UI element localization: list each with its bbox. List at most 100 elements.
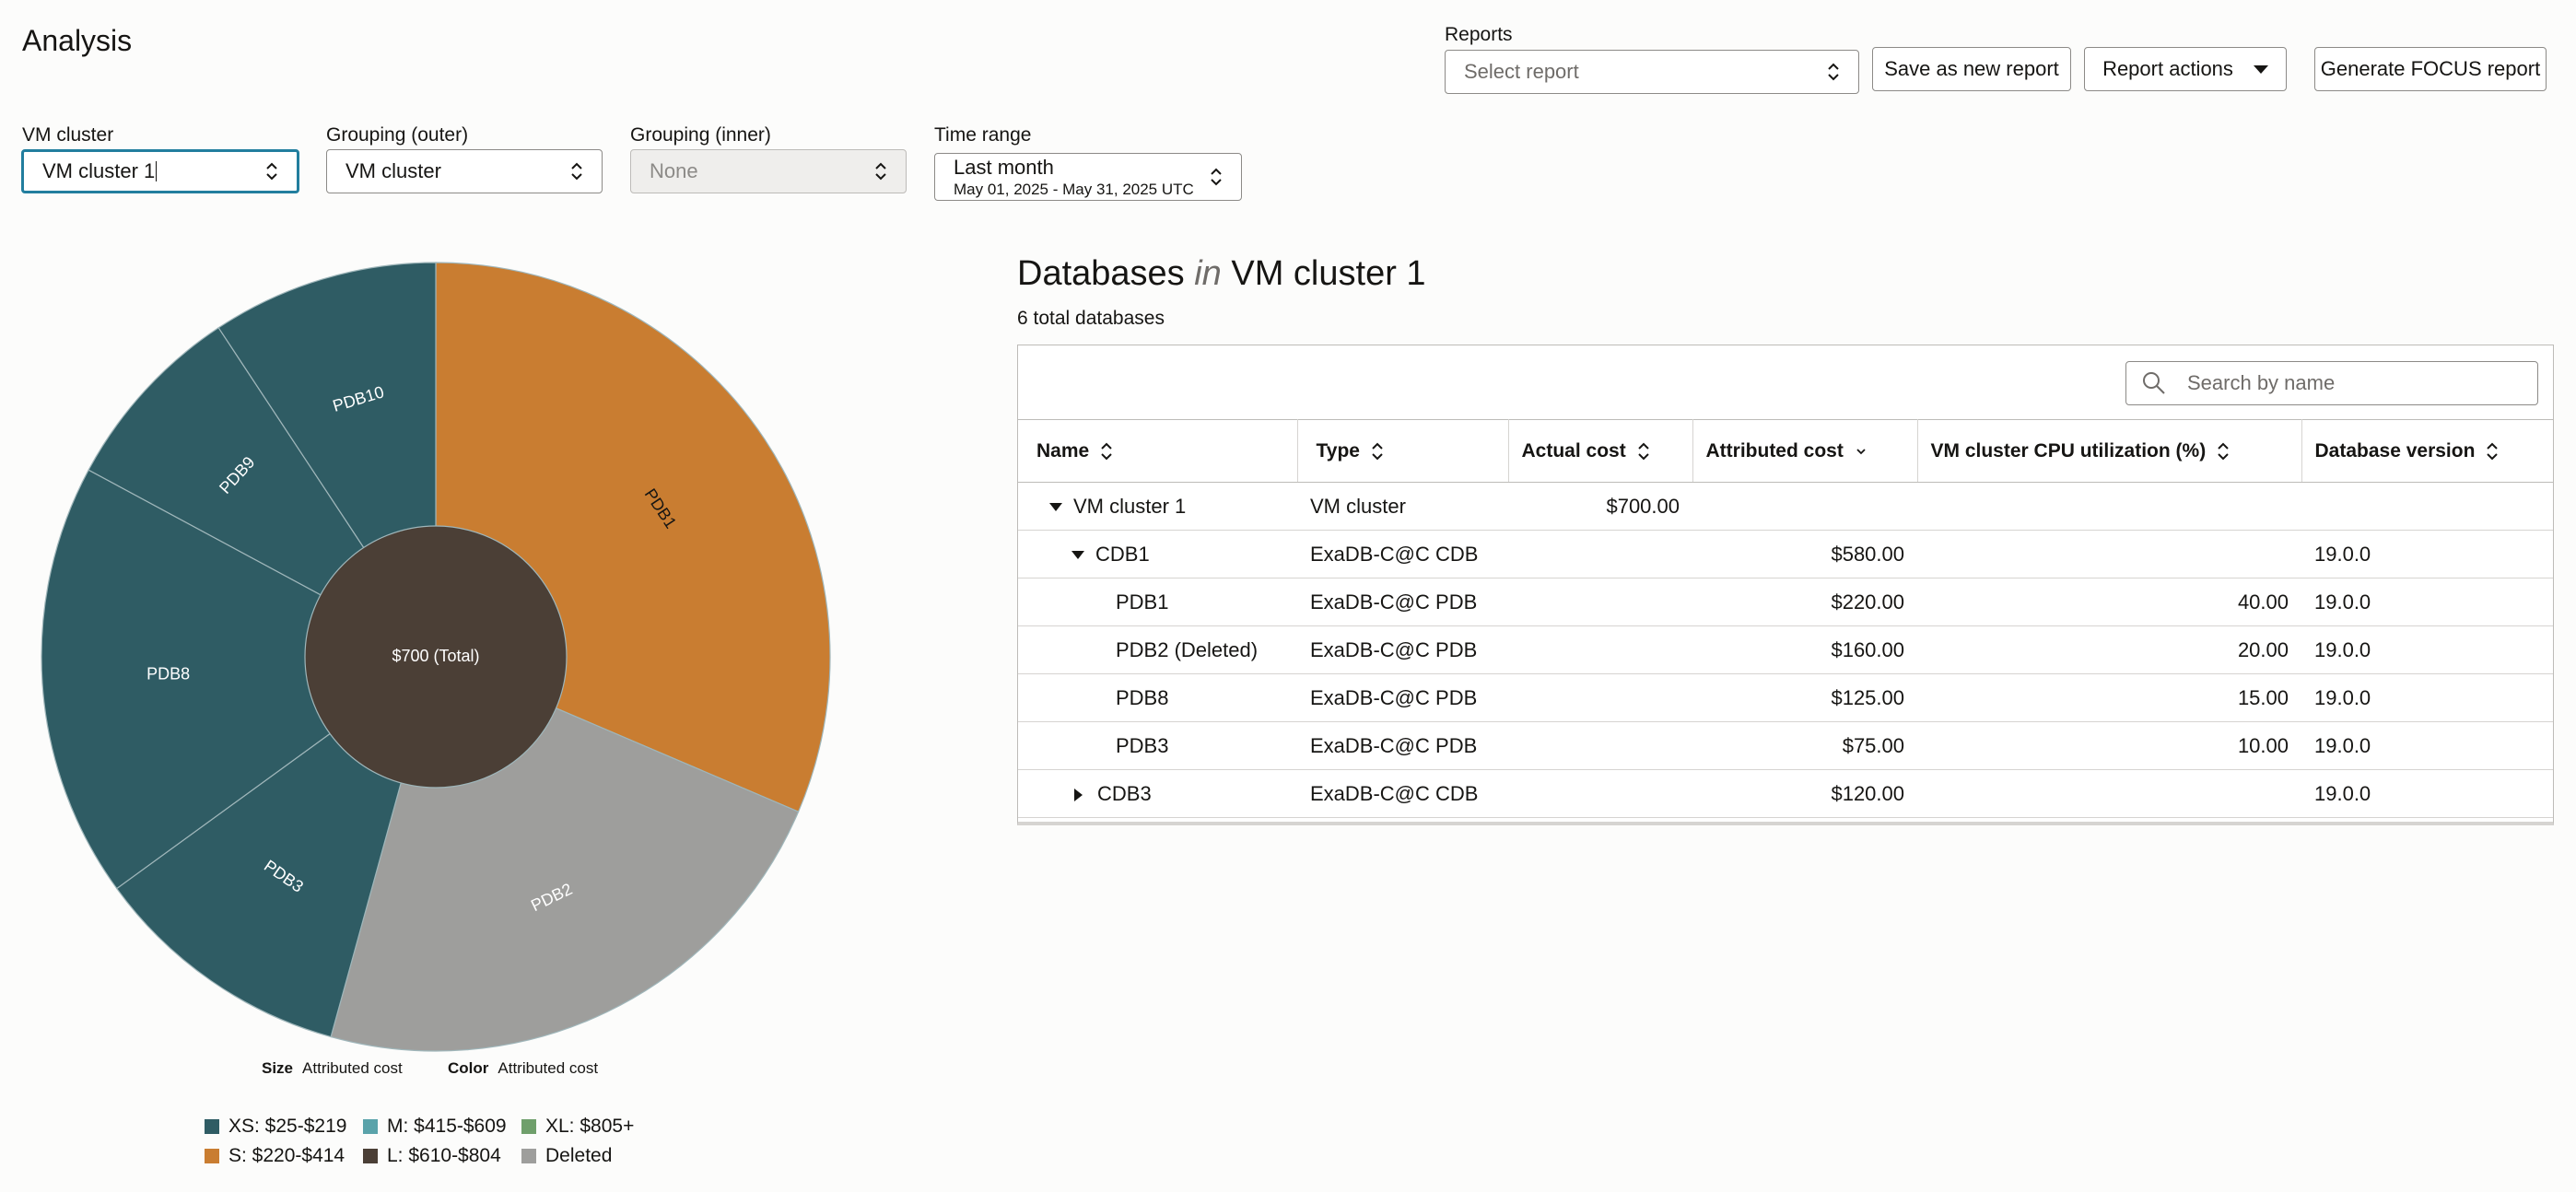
generate-focus-report-button[interactable]: Generate FOCUS report [2314,47,2547,91]
row-attributed-cost: $120.00 [1692,769,1917,818]
row-actual-cost [1508,530,1692,578]
legend-item-l: L: $610-$804 [363,1145,501,1167]
row-type: ExaDB-C@C PDB [1297,625,1508,674]
legend-label: XL: $805+ [545,1116,635,1137]
row-type: ExaDB-C@C PDB [1297,721,1508,770]
row-attributed-cost: $75.00 [1692,721,1917,770]
row-actual-cost [1508,769,1692,818]
row-name: PDB2 (Deleted) [1116,637,1259,661]
report-actions-button[interactable]: Report actions [2084,47,2287,91]
row-name: PDB3 [1116,733,1169,757]
legend-label: S: $220-$414 [228,1145,345,1166]
caret-down-icon [2253,64,2268,74]
size-caption: Size Attributed cost [262,1059,403,1078]
grouping-inner-value: None [650,159,698,182]
heading-prefix: Databases [1017,254,1185,293]
time-range-label: Time range [934,124,1032,146]
row-cpu-utilization: 10.00 [1917,721,2301,770]
center-total-label: $700 (Total) [392,647,479,665]
table-row[interactable]: PDB1 ExaDB-C@C PDB $220.00 40.00 19.0.0 [1018,578,2553,626]
column-header-actual-cost[interactable]: Actual cost [1508,419,1693,483]
save-as-new-report-button[interactable]: Save as new report [1872,47,2071,91]
collapse-icon[interactable] [1049,503,1062,512]
report-select[interactable]: Select report [1445,50,1859,94]
row-name: PDB1 [1116,590,1169,614]
legend-label: L: $610-$804 [387,1145,501,1166]
row-attributed-cost: $580.00 [1692,530,1917,578]
legend-swatch [521,1119,536,1134]
color-caption-key: Color [448,1059,489,1077]
database-count: 6 total databases [1017,308,1165,329]
chevron-updown-icon [1211,168,1222,186]
vm-cluster-value: VM cluster 1 [42,159,156,182]
row-type: ExaDB-C@C PDB [1297,673,1508,722]
color-caption: Color Attributed cost [448,1059,598,1078]
vm-cluster-select[interactable]: VM cluster 1 [21,149,299,193]
row-name: CDB3 [1097,781,1152,805]
databases-table: Name Type Actual cost Attributed cost VM… [1018,419,2553,818]
collapse-icon[interactable] [1071,551,1084,560]
legend-swatch [521,1149,536,1163]
legend-label: Deleted [545,1145,613,1166]
grouping-outer-value: VM cluster [345,159,441,182]
heading-in: in [1194,254,1222,293]
column-header-database-version[interactable]: Database version [2301,419,2553,483]
sort-icon [1637,442,1649,461]
row-cpu-utilization: 40.00 [1917,578,2301,626]
row-attributed-cost [1692,482,1917,531]
column-header-attributed-cost[interactable]: Attributed cost [1692,419,1918,483]
legend-swatch [363,1119,378,1134]
table-row[interactable]: PDB2 (Deleted) ExaDB-C@C PDB $160.00 20.… [1018,625,2553,674]
reports-label: Reports [1445,24,1513,45]
cost-sunburst-chart[interactable]: PDB1PDB2PDB3PDB8PDB9PDB10 $700 (Total) [0,240,921,1069]
text-cursor [156,161,158,181]
column-header-name[interactable]: Name [1018,419,1298,483]
chevron-updown-icon [571,162,582,181]
grouping-outer-select[interactable]: VM cluster [326,149,603,193]
row-type: VM cluster [1297,482,1508,531]
legend-label: M: $415-$609 [387,1116,507,1137]
expand-icon[interactable] [1074,788,1083,801]
sort-icon [2218,442,2229,461]
row-type: ExaDB-C@C CDB [1297,530,1508,578]
column-header-cpu-utilization[interactable]: VM cluster CPU utilization (%) [1917,419,2302,483]
table-row[interactable]: CDB1 ExaDB-C@C CDB $580.00 19.0.0 [1018,530,2553,578]
chevron-updown-icon [266,162,277,181]
slice-label-pdb8: PDB8 [146,664,190,683]
row-type: ExaDB-C@C PDB [1297,578,1508,626]
row-version: 19.0.0 [2301,625,2553,674]
row-version: 19.0.0 [2301,673,2553,722]
search-input[interactable]: Search by name [2125,361,2538,405]
table-row[interactable]: PDB8 ExaDB-C@C PDB $125.00 15.00 19.0.0 [1018,673,2553,722]
row-version: 19.0.0 [2301,578,2553,626]
table-row[interactable]: VM cluster 1 VM cluster $700.00 [1018,482,2553,531]
time-range-select[interactable]: Last month May 01, 2025 - May 31, 2025 U… [934,153,1242,201]
time-range-value: Last month [954,155,1054,179]
row-type: ExaDB-C@C CDB [1297,769,1508,818]
legend-label: XS: $25-$219 [228,1116,347,1137]
report-actions-label: Report actions [2102,57,2233,80]
row-attributed-cost: $125.00 [1692,673,1917,722]
row-cpu-utilization: 20.00 [1917,625,2301,674]
column-header-type[interactable]: Type [1297,419,1509,483]
color-caption-value: Attributed cost [498,1059,599,1077]
row-cpu-utilization [1917,482,2301,531]
databases-heading: Databases in VM cluster 1 [1017,254,1426,294]
chevron-updown-icon [1828,63,1839,81]
size-caption-key: Size [262,1059,294,1077]
row-actual-cost [1508,721,1692,770]
row-attributed-cost: $220.00 [1692,578,1917,626]
sort-icon [1101,442,1112,461]
table-row[interactable]: CDB3 ExaDB-C@C CDB $120.00 19.0.0 [1018,769,2553,818]
sort-descending-icon [1856,449,1866,455]
row-cpu-utilization: 15.00 [1917,673,2301,722]
table-row[interactable]: PDB3 ExaDB-C@C PDB $75.00 10.00 19.0.0 [1018,721,2553,770]
size-caption-value: Attributed cost [302,1059,403,1077]
row-version [2301,482,2553,531]
databases-table-panel: Search by name Name Type Actual cost Att… [1017,345,2554,825]
report-select-placeholder: Select report [1464,60,1579,83]
heading-cluster: VM cluster 1 [1231,254,1426,293]
grouping-inner-select: None [630,149,907,193]
legend-item-s: S: $220-$414 [205,1145,345,1167]
grouping-outer-label: Grouping (outer) [326,124,469,146]
